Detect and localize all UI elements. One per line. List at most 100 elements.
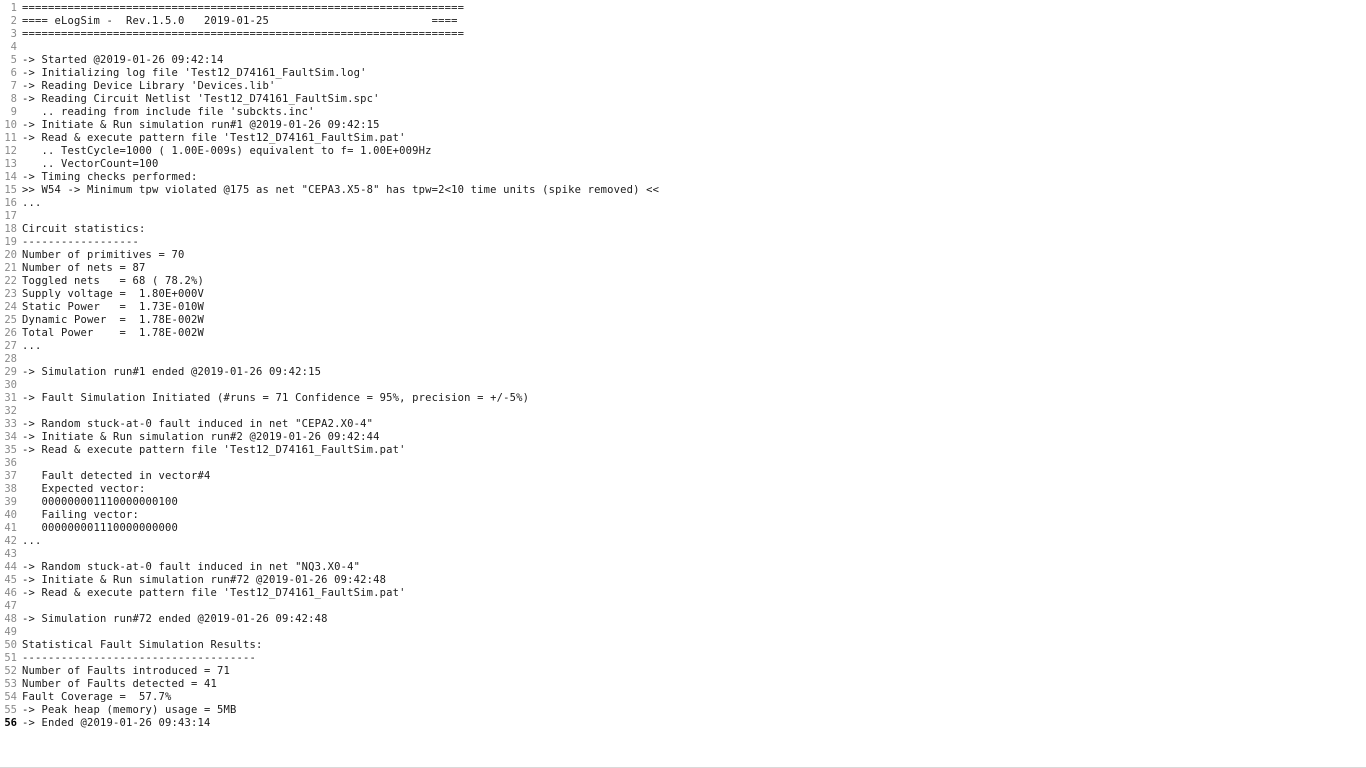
log-line[interactable]: 32 xyxy=(0,405,1366,418)
log-line[interactable]: 51 ------------------------------------ xyxy=(0,652,1366,665)
line-text: -> Started @2019-01-26 09:42:14 xyxy=(22,54,224,66)
log-line[interactable]: 47 xyxy=(0,600,1366,613)
line-number: 42 xyxy=(4,535,17,547)
line-text: ... xyxy=(22,340,42,352)
line-text: Total Power = 1.78E-002W xyxy=(22,327,205,339)
log-line[interactable]: 38 Expected vector: xyxy=(0,483,1366,496)
log-line[interactable]: 23 Supply voltage = 1.80E+000V xyxy=(0,288,1366,301)
log-line[interactable]: 22 Toggled nets = 68 ( 78.2%) xyxy=(0,275,1366,288)
log-line[interactable]: 1 =======================================… xyxy=(0,2,1366,15)
log-line[interactable]: 30 xyxy=(0,379,1366,392)
log-line[interactable]: 26 Total Power = 1.78E-002W xyxy=(0,327,1366,340)
line-number: 27 xyxy=(4,340,17,352)
log-line[interactable]: 48 -> Simulation run#72 ended @2019-01-26… xyxy=(0,613,1366,626)
line-number: 7 xyxy=(10,80,17,92)
log-line[interactable]: 2 ==== eLogSim - Rev.1.5.0 2019-01-25 ===… xyxy=(0,15,1366,28)
log-line[interactable]: 12 .. TestCycle=1000 ( 1.00E-009s) equiv… xyxy=(0,145,1366,158)
line-text: ========================================… xyxy=(22,28,465,40)
line-number: 8 xyxy=(10,93,17,105)
log-line[interactable]: 41 000000001110000000000 xyxy=(0,522,1366,535)
line-number: 2 xyxy=(10,15,17,27)
line-number: 39 xyxy=(4,496,17,508)
log-viewer[interactable]: 1 =======================================… xyxy=(0,0,1366,768)
line-number: 29 xyxy=(4,366,17,378)
log-line[interactable]: 27... xyxy=(0,340,1366,353)
line-text: -> Reading Device Library 'Devices.lib' xyxy=(22,80,276,92)
log-line[interactable]: 52 Number of Faults introduced = 71 xyxy=(0,665,1366,678)
log-line[interactable]: 9 .. reading from include file 'subckts.… xyxy=(0,106,1366,119)
line-number: 13 xyxy=(4,158,17,170)
log-line[interactable]: 5 -> Started @2019-01-26 09:42:14 xyxy=(0,54,1366,67)
log-line[interactable]: 34 -> Initiate & Run simulation run#2 @20… xyxy=(0,431,1366,444)
log-line[interactable]: 35 -> Read & execute pattern file 'Test12… xyxy=(0,444,1366,457)
log-line[interactable]: 13 .. VectorCount=100 xyxy=(0,158,1366,171)
line-number: 4 xyxy=(10,41,17,53)
line-number: 10 xyxy=(4,119,17,131)
line-text: -> Initializing log file 'Test12_D74161_… xyxy=(22,67,367,79)
line-number: 36 xyxy=(4,457,17,469)
line-text: .. reading from include file 'subckts.in… xyxy=(22,106,315,118)
log-line[interactable]: 8 -> Reading Circuit Netlist 'Test12_D741… xyxy=(0,93,1366,106)
line-number: 48 xyxy=(4,613,17,625)
log-line[interactable]: 4 xyxy=(0,41,1366,54)
log-line[interactable]: 29 -> Simulation run#1 ended @2019-01-26 … xyxy=(0,366,1366,379)
log-line[interactable]: 3 =======================================… xyxy=(0,28,1366,41)
log-line[interactable]: 56 -> Ended @2019-01-26 09:43:14 xyxy=(0,717,1366,730)
line-text: Expected vector: xyxy=(22,483,146,495)
line-text: 000000001110000000100 xyxy=(22,496,179,508)
log-line[interactable]: 15 >> W54 -> Minimum tpw violated @175 as… xyxy=(0,184,1366,197)
line-number: 32 xyxy=(4,405,17,417)
line-number: 25 xyxy=(4,314,17,326)
line-number: 35 xyxy=(4,444,17,456)
line-number: 18 xyxy=(4,223,17,235)
log-line[interactable]: 53 Number of Faults detected = 41 xyxy=(0,678,1366,691)
log-line[interactable]: 33 -> Random stuck-at-0 fault induced in … xyxy=(0,418,1366,431)
line-text: Number of Faults introduced = 71 xyxy=(22,665,231,677)
log-line[interactable]: 10 -> Initiate & Run simulation run#1 @20… xyxy=(0,119,1366,132)
line-text: Statistical Fault Simulation Results: xyxy=(22,639,263,651)
log-line[interactable]: 44 -> Random stuck-at-0 fault induced in … xyxy=(0,561,1366,574)
log-line[interactable]: 16... xyxy=(0,197,1366,210)
line-text: -> Timing checks performed: xyxy=(22,171,198,183)
log-line[interactable]: 6 -> Initializing log file 'Test12_D74161… xyxy=(0,67,1366,80)
line-text: .. VectorCount=100 xyxy=(22,158,159,170)
line-number: 6 xyxy=(10,67,17,79)
log-line[interactable]: 20 Number of primitives = 70 xyxy=(0,249,1366,262)
line-number: 20 xyxy=(4,249,17,261)
line-text: ... xyxy=(22,197,42,209)
log-line[interactable]: 7 -> Reading Device Library 'Devices.lib' xyxy=(0,80,1366,93)
log-line[interactable]: 46 -> Read & execute pattern file 'Test12… xyxy=(0,587,1366,600)
line-number: 43 xyxy=(4,548,17,560)
log-line[interactable]: 42... xyxy=(0,535,1366,548)
log-line[interactable]: 24 Static Power = 1.73E-010W xyxy=(0,301,1366,314)
line-text: -> Read & execute pattern file 'Test12_D… xyxy=(22,444,406,456)
log-line[interactable]: 40 Failing vector: xyxy=(0,509,1366,522)
log-line[interactable]: 31 -> Fault Simulation Initiated (#runs =… xyxy=(0,392,1366,405)
line-number: 16 xyxy=(4,197,17,209)
line-text: Supply voltage = 1.80E+000V xyxy=(22,288,205,300)
line-text: ========================================… xyxy=(22,2,465,14)
line-number: 34 xyxy=(4,431,17,443)
log-line[interactable]: 25 Dynamic Power = 1.78E-002W xyxy=(0,314,1366,327)
log-line[interactable]: 55 -> Peak heap (memory) usage = 5MB xyxy=(0,704,1366,717)
line-text: ==== eLogSim - Rev.1.5.0 2019-01-25 ==== xyxy=(22,15,458,27)
line-number: 54 xyxy=(4,691,17,703)
log-line[interactable]: 14 -> Timing checks performed: xyxy=(0,171,1366,184)
log-line[interactable]: 54 Fault Coverage = 57.7% xyxy=(0,691,1366,704)
log-line[interactable]: 21 Number of nets = 87 xyxy=(0,262,1366,275)
log-line[interactable]: 11 -> Read & execute pattern file 'Test12… xyxy=(0,132,1366,145)
log-line[interactable]: 37 Fault detected in vector#4 xyxy=(0,470,1366,483)
log-line[interactable]: 36 xyxy=(0,457,1366,470)
log-line[interactable]: 45 -> Initiate & Run simulation run#72 @2… xyxy=(0,574,1366,587)
line-text: -> Fault Simulation Initiated (#runs = 7… xyxy=(22,392,530,404)
line-number: 53 xyxy=(4,678,17,690)
log-line[interactable]: 18 Circuit statistics: xyxy=(0,223,1366,236)
log-line[interactable]: 19 ------------------ xyxy=(0,236,1366,249)
log-line[interactable]: 43 xyxy=(0,548,1366,561)
log-line[interactable]: 50 Statistical Fault Simulation Results: xyxy=(0,639,1366,652)
log-line[interactable]: 49 xyxy=(0,626,1366,639)
log-line[interactable]: 39 000000001110000000100 xyxy=(0,496,1366,509)
log-line[interactable]: 17 xyxy=(0,210,1366,223)
line-number: 15 xyxy=(4,184,17,196)
log-line[interactable]: 28 xyxy=(0,353,1366,366)
